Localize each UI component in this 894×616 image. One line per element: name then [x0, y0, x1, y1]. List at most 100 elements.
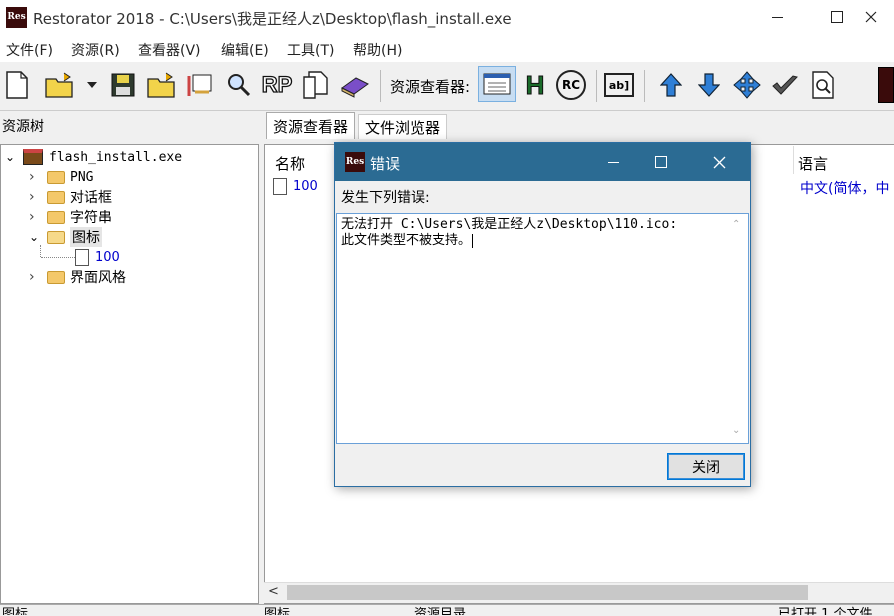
text-view-button[interactable]: ab] [604, 68, 634, 102]
chevron-down-icon: ⌄ [29, 230, 40, 244]
column-header-language[interactable]: 语言 [798, 153, 828, 174]
minimize-icon [771, 16, 783, 18]
minimize-icon [607, 161, 619, 163]
folder-open-icon [47, 230, 65, 244]
error-dialog: Res 错误 发生下列错误: 无法打开 C:\Users\我是正经人z\Desk… [334, 142, 751, 487]
save-icon [111, 73, 135, 97]
close-dialog-button[interactable]: 关闭 [667, 453, 745, 480]
status-right: 已打开 1 个文件 [778, 607, 873, 615]
h-icon: H [525, 69, 545, 100]
folder-icon [47, 170, 65, 184]
close-icon [865, 11, 877, 23]
hex-view-button[interactable]: H [520, 68, 550, 102]
status-type: 图标 [264, 607, 291, 615]
status-left: 图标 [2, 607, 29, 615]
tab-file-browser[interactable]: 文件浏览器 [358, 114, 448, 139]
menu-edit[interactable]: 编辑(E) [221, 40, 269, 60]
dialog-maximize-button[interactable] [641, 145, 681, 179]
close-icon [713, 156, 725, 168]
check-button[interactable] [770, 68, 800, 102]
app-logo: Res [6, 7, 27, 28]
rc-view-button[interactable]: RC [556, 68, 586, 102]
new-file-icon [6, 71, 28, 99]
tree-connector [41, 257, 75, 259]
move-all-button[interactable] [732, 68, 762, 102]
text-cursor [472, 234, 474, 248]
icon-file-icon [75, 248, 89, 266]
tree-item-label: 100 [95, 249, 120, 265]
tab-resource-viewer[interactable]: 资源查看器 [266, 112, 356, 139]
column-header-name[interactable]: 名称 [275, 153, 305, 174]
res-logo-icon [878, 67, 894, 103]
error-message-area[interactable]: 无法打开 C:\Users\我是正经人z\Desktop\110.ico: 此文… [336, 213, 749, 444]
chevron-right-icon: › [29, 209, 35, 225]
find-button[interactable] [224, 68, 254, 102]
book-button[interactable] [340, 68, 370, 102]
dialog-close-x-button[interactable] [699, 145, 739, 179]
status-directory: 资源目录 [414, 607, 467, 615]
arrow-up-icon [660, 73, 682, 97]
move-up-button[interactable] [656, 68, 686, 102]
book-icon [341, 77, 369, 98]
grid-view-icon [483, 73, 511, 95]
open-folder-icon [45, 72, 73, 98]
folder-icon [47, 270, 65, 284]
icon-file-icon [273, 178, 287, 195]
tree-item-icon-100[interactable]: 100 [75, 247, 120, 267]
tree-root-label: flash_install.exe [49, 149, 183, 165]
rc-icon: RC [556, 70, 586, 100]
scrollbar-thumb[interactable] [287, 585, 808, 600]
column-divider [793, 146, 794, 174]
open-file-button[interactable] [44, 68, 74, 102]
tree-item-string[interactable]: › 字符串 [29, 207, 112, 227]
menu-file[interactable]: 文件(F) [6, 40, 53, 60]
tree-item-png[interactable]: › PNG [29, 167, 93, 187]
edit-resource-icon [187, 74, 212, 96]
tree-item-icon[interactable]: ⌄ 图标 [29, 227, 102, 247]
menu-tools[interactable]: 工具(T) [287, 40, 334, 60]
list-row[interactable]: 100 [273, 178, 318, 195]
inspect-button[interactable] [808, 68, 838, 102]
menu-resource[interactable]: 资源(R) [71, 40, 120, 60]
resource-tree[interactable]: ⌄ flash_install.exe › PNG › 对话框 › 字符串 ⌄ … [0, 144, 259, 604]
folder-star-icon [147, 72, 175, 98]
copy-button[interactable] [300, 68, 330, 102]
save-folder-button[interactable] [146, 68, 176, 102]
folder-icon [47, 190, 65, 204]
scroll-down-icon[interactable]: ⌄ [732, 425, 740, 436]
tree-item-dialog[interactable]: › 对话框 [29, 187, 112, 207]
chevron-right-icon: › [29, 189, 35, 205]
tree-root[interactable]: ⌄ flash_install.exe [5, 147, 182, 167]
tree-connector [40, 245, 42, 257]
scroll-left-icon[interactable]: < [268, 584, 279, 599]
tree-item-label: 字符串 [70, 210, 112, 226]
menu-help[interactable]: 帮助(H) [353, 40, 402, 60]
menu-bar [0, 34, 894, 62]
document-search-icon [812, 71, 834, 99]
toolbar-separator [596, 70, 597, 102]
maximize-icon [831, 11, 843, 23]
menu-viewer[interactable]: 查看器(V) [138, 40, 201, 60]
rp-button[interactable]: RP [261, 68, 293, 102]
tree-item-ui-style[interactable]: › 界面风格 [29, 267, 126, 287]
minimize-button[interactable] [754, 0, 800, 34]
close-window-button[interactable] [848, 0, 894, 34]
app-toolbar-logo [878, 67, 894, 103]
tree-item-label: 图标 [70, 227, 102, 247]
move-down-button[interactable] [694, 68, 724, 102]
open-dropdown-button[interactable] [82, 68, 102, 102]
exe-icon [23, 149, 43, 165]
chevron-down-icon: ⌄ [5, 150, 16, 164]
dropdown-arrow-icon [87, 82, 97, 88]
save-button[interactable] [108, 68, 138, 102]
scroll-up-icon[interactable]: ⌃ [732, 219, 740, 230]
edit-resource-button[interactable] [186, 68, 216, 102]
folder-icon [47, 210, 65, 224]
new-file-button[interactable] [2, 68, 32, 102]
dialog-minimize-button[interactable] [593, 145, 633, 179]
toolbar-separator [380, 70, 381, 102]
checkmark-icon [772, 75, 798, 95]
view-grid-button[interactable] [478, 66, 516, 102]
rp-icon: RP [261, 71, 293, 97]
window-title: Restorator 2018 - C:\Users\我是正经人z\Deskto… [33, 10, 512, 28]
